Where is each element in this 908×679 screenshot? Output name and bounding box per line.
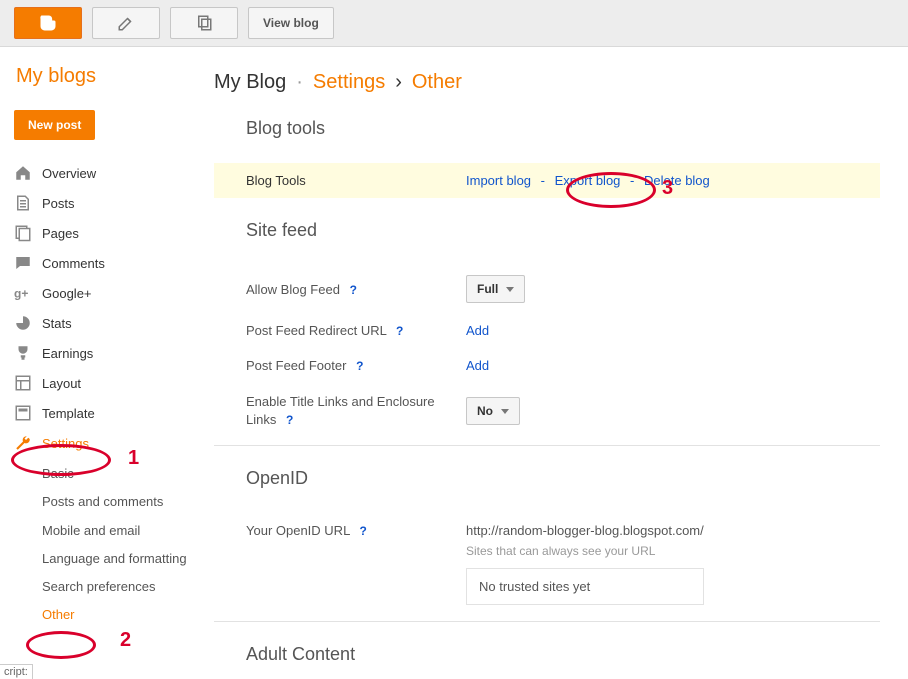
sidebar-item-googleplus[interactable]: g+ Google+ bbox=[14, 278, 190, 308]
sidebar-sub-language[interactable]: Language and formatting bbox=[42, 545, 190, 573]
svg-text:g+: g+ bbox=[14, 287, 28, 301]
title-links-label: Enable Title Links and Enclosure Links bbox=[246, 394, 435, 427]
sidebar-item-earnings[interactable]: Earnings bbox=[14, 338, 190, 368]
post-feed-footer-row: Post Feed Footer ? Add bbox=[214, 348, 880, 383]
google-plus-icon: g+ bbox=[14, 284, 42, 302]
trusted-sites-box: No trusted sites yet bbox=[466, 568, 704, 605]
sidebar-item-label: Template bbox=[42, 406, 95, 421]
link-separator: - bbox=[630, 173, 634, 188]
blogger-logo-button[interactable] bbox=[14, 7, 82, 39]
title-links-select[interactable]: No bbox=[466, 397, 520, 425]
title-links-row: Enable Title Links and Enclosure Links ?… bbox=[214, 383, 880, 439]
sidebar-item-label: Posts bbox=[42, 196, 75, 211]
allow-blog-feed-label: Allow Blog Feed bbox=[246, 282, 340, 297]
openid-row: Your OpenID URL ? http://random-blogger-… bbox=[214, 513, 880, 615]
sidebar-sub-basic[interactable]: Basic bbox=[42, 460, 190, 488]
posts-list-button[interactable] bbox=[170, 7, 238, 39]
wrench-icon bbox=[14, 434, 42, 452]
breadcrumb: My Blog · Settings › Other bbox=[214, 71, 880, 94]
blog-tools-row: Blog Tools Import blog - Export blog - D… bbox=[214, 163, 880, 198]
sidebar-sub-posts-comments[interactable]: Posts and comments bbox=[42, 488, 190, 516]
sidebar-item-template[interactable]: Template bbox=[14, 398, 190, 428]
sidebar-item-settings[interactable]: Settings bbox=[14, 428, 190, 458]
sidebar-item-label: Overview bbox=[42, 166, 96, 181]
sidebar-sub-other[interactable]: Other bbox=[42, 601, 190, 629]
help-icon[interactable]: ? bbox=[286, 413, 293, 427]
pages-icon bbox=[14, 224, 42, 242]
template-icon bbox=[14, 404, 42, 422]
sidebar-item-label: Settings bbox=[42, 436, 89, 451]
sidebar-item-label: Comments bbox=[42, 256, 105, 271]
status-bar-fragment: cript: bbox=[0, 664, 33, 679]
sidebar-item-layout[interactable]: Layout bbox=[14, 368, 190, 398]
help-icon[interactable]: ? bbox=[396, 324, 403, 338]
my-blogs-heading[interactable]: My blogs bbox=[16, 65, 190, 88]
sidebar-item-label: Earnings bbox=[42, 346, 93, 361]
breadcrumb-blog: My Blog bbox=[214, 71, 286, 94]
blog-tools-label: Blog Tools bbox=[246, 173, 466, 188]
view-blog-button[interactable]: View blog bbox=[248, 7, 334, 39]
main-content: My Blog · Settings › Other Blog tools Bl… bbox=[204, 47, 908, 679]
home-icon bbox=[14, 164, 42, 182]
openid-caption: Sites that can always see your URL bbox=[466, 544, 704, 558]
openid-url-label: Your OpenID URL bbox=[246, 523, 350, 538]
breadcrumb-sep-arrow: › bbox=[395, 71, 402, 94]
post-feed-footer-add[interactable]: Add bbox=[466, 358, 489, 373]
post-feed-redirect-add[interactable]: Add bbox=[466, 323, 489, 338]
sidebar-item-posts[interactable]: Posts bbox=[14, 188, 190, 218]
post-feed-redirect-label: Post Feed Redirect URL bbox=[246, 323, 386, 338]
breadcrumb-section[interactable]: Settings bbox=[313, 71, 385, 94]
sidebar-item-stats[interactable]: Stats bbox=[14, 308, 190, 338]
comment-icon bbox=[14, 254, 42, 272]
allow-blog-feed-value: Full bbox=[477, 282, 498, 296]
import-blog-link[interactable]: Import blog bbox=[466, 173, 531, 188]
stats-icon bbox=[14, 314, 42, 332]
compose-button[interactable] bbox=[92, 7, 160, 39]
section-title-openid: OpenID bbox=[214, 446, 880, 503]
sidebar-item-overview[interactable]: Overview bbox=[14, 158, 190, 188]
sidebar-item-label: Stats bbox=[42, 316, 72, 331]
new-post-button[interactable]: New post bbox=[14, 110, 95, 140]
blogger-icon bbox=[38, 13, 58, 33]
link-separator: - bbox=[541, 173, 545, 188]
help-icon[interactable]: ? bbox=[359, 524, 366, 538]
chevron-down-icon bbox=[506, 287, 514, 292]
sidebar-item-label: Layout bbox=[42, 376, 81, 391]
layout-icon bbox=[14, 374, 42, 392]
post-feed-redirect-row: Post Feed Redirect URL ? Add bbox=[214, 313, 880, 348]
section-title-site-feed: Site feed bbox=[214, 198, 880, 255]
sidebar-item-label: Pages bbox=[42, 226, 79, 241]
pencil-icon bbox=[117, 14, 135, 32]
delete-blog-link[interactable]: Delete blog bbox=[644, 173, 710, 188]
openid-url-value: http://random-blogger-blog.blogspot.com/ bbox=[466, 523, 704, 538]
allow-blog-feed-row: Allow Blog Feed ? Full bbox=[214, 265, 880, 313]
top-toolbar: View blog bbox=[0, 0, 908, 47]
section-title-adult: Adult Content bbox=[214, 622, 880, 669]
copy-icon bbox=[195, 14, 213, 32]
export-blog-link[interactable]: Export blog bbox=[555, 173, 621, 188]
document-icon bbox=[14, 194, 42, 212]
chevron-down-icon bbox=[501, 409, 509, 414]
sidebar-sub-search-prefs[interactable]: Search preferences bbox=[42, 573, 190, 601]
help-icon[interactable]: ? bbox=[356, 359, 363, 373]
sidebar-item-label: Google+ bbox=[42, 286, 92, 301]
trophy-icon bbox=[14, 344, 42, 362]
breadcrumb-page: Other bbox=[412, 71, 462, 94]
title-links-value: No bbox=[477, 404, 493, 418]
section-title-blog-tools: Blog tools bbox=[214, 118, 880, 153]
sidebar-item-pages[interactable]: Pages bbox=[14, 218, 190, 248]
sidebar-item-comments[interactable]: Comments bbox=[14, 248, 190, 278]
sidebar: My blogs New post Overview Posts Pages bbox=[0, 47, 204, 679]
allow-blog-feed-select[interactable]: Full bbox=[466, 275, 525, 303]
sidebar-sub-mobile-email[interactable]: Mobile and email bbox=[42, 517, 190, 545]
post-feed-footer-label: Post Feed Footer bbox=[246, 358, 346, 373]
settings-submenu: Basic Posts and comments Mobile and emai… bbox=[42, 460, 190, 630]
help-icon[interactable]: ? bbox=[350, 283, 357, 297]
breadcrumb-sep-dot: · bbox=[296, 71, 303, 94]
